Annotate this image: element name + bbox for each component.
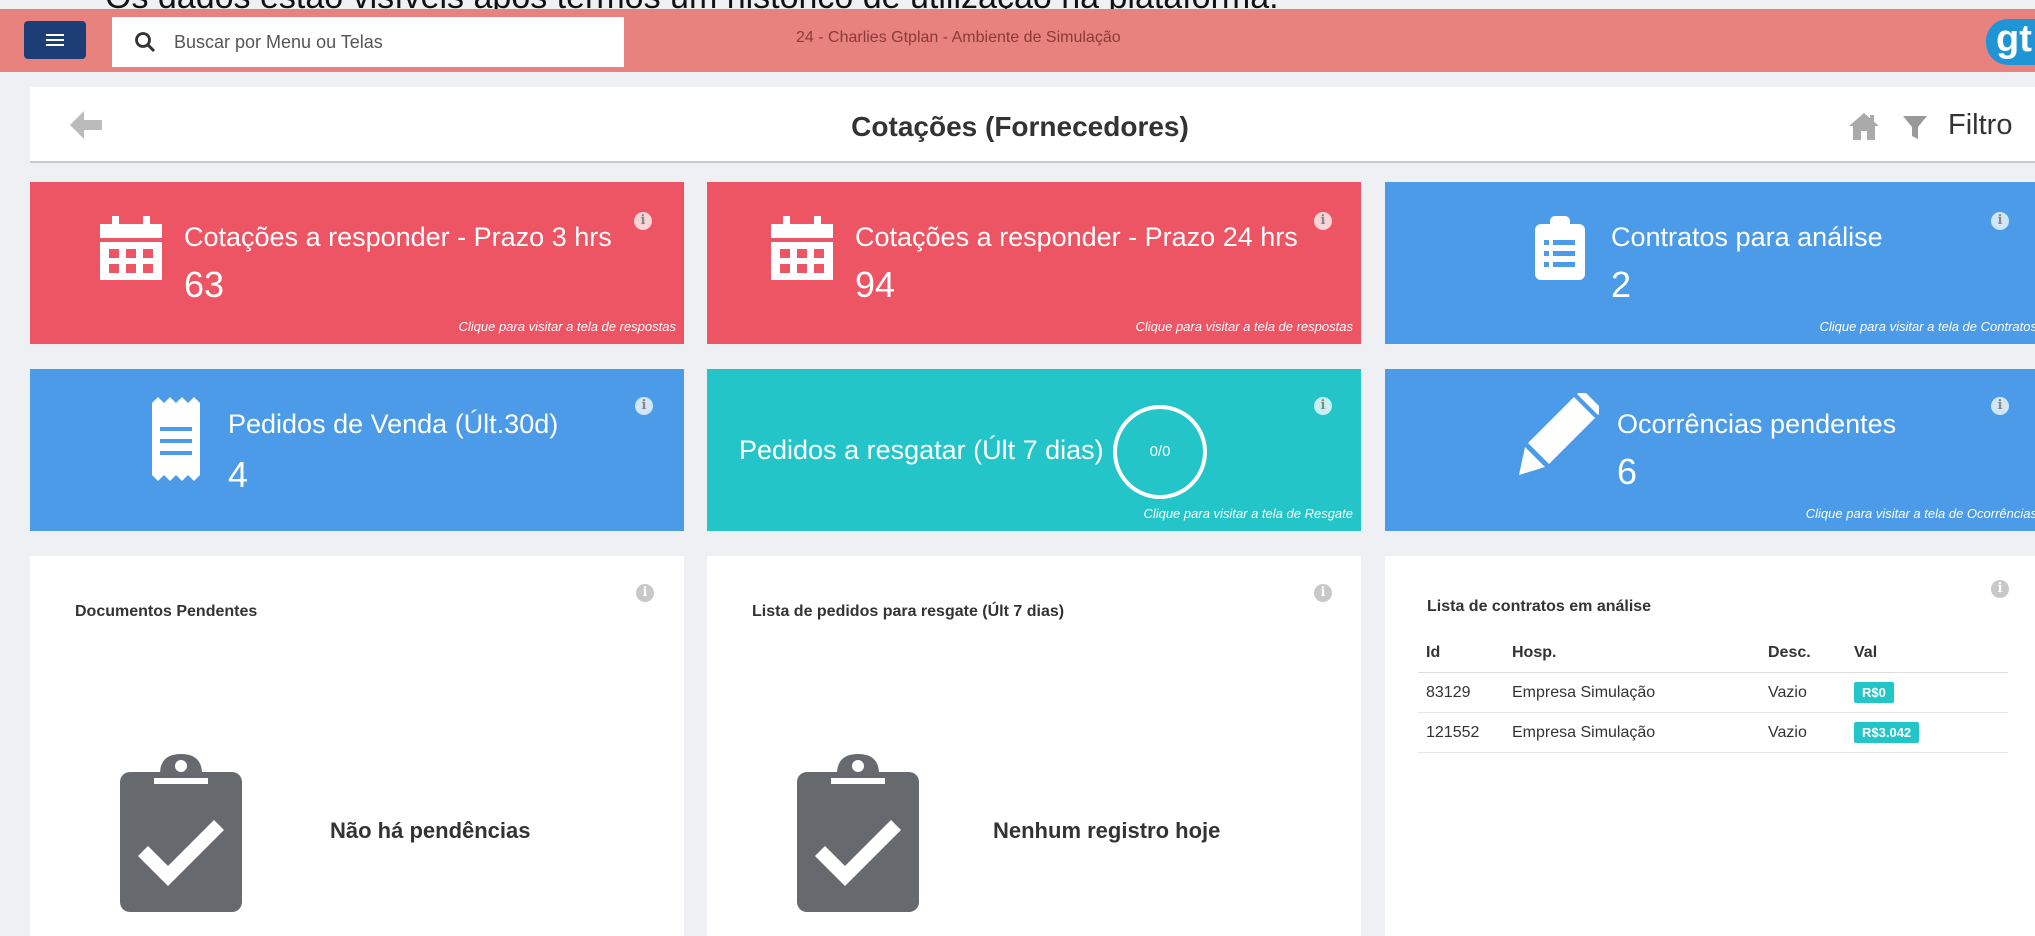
search-box [112,17,624,67]
rescue-ratio-circle: 0/0 [1113,405,1207,499]
panel-title: Lista de pedidos para resgate (Últ 7 dia… [752,603,1065,620]
table-header-row: Id Hosp. Desc. Val [1418,634,2008,673]
search-icon[interactable] [126,23,164,61]
card-count: 2 [1611,264,1632,305]
value-badge: R$3.042 [1854,722,1920,743]
table-row[interactable]: 83129 Empresa Simulação Vazio R$0 [1418,672,2008,713]
card-title: Pedidos a resgatar (Últ 7 dias) [739,435,1104,465]
cell-id: 83129 [1418,672,1504,713]
card-title: Cotações a responder - Prazo 3 hrs [184,222,612,252]
cell-desc: Vazio [1760,712,1846,753]
clipboard-check-icon [797,754,919,912]
menu-button[interactable] [24,21,86,59]
info-icon[interactable]: i [635,397,653,415]
column-header: Hosp. [1504,634,1760,673]
receipt-icon [152,397,200,481]
info-icon[interactable]: i [1314,397,1332,415]
column-header: Val [1846,634,2008,673]
calendar-icon [771,216,833,280]
card-title: Pedidos de Venda (Últ.30d) [228,409,559,439]
card-quotes-24h[interactable]: Cotações a responder - Prazo 24 hrs 94 C… [707,182,1361,344]
top-bar: 24 - Charlies Gtplan - Ambiente de Simul… [0,9,2035,72]
card-link[interactable]: Clique para visitar a tela de Resgate [1143,506,1353,521]
info-icon[interactable]: i [1991,397,2009,415]
card-link[interactable]: Clique para visitar a tela de respostas [458,319,676,334]
card-link[interactable]: Clique para visitar a tela de Ocorrência… [1806,506,2035,521]
pencil-icon [1519,393,1599,475]
card-rescue-orders[interactable]: Pedidos a resgatar (Últ 7 dias) 0/0 Cliq… [707,369,1361,531]
empty-message: Nenhum registro hoje [993,818,1221,843]
search-input[interactable] [172,30,576,54]
card-count: 63 [184,264,225,305]
table-row[interactable]: 121552 Empresa Simulação Vazio R$3.042 [1418,712,2008,753]
cell-id: 121552 [1418,712,1504,753]
environment-title: 24 - Charlies Gtplan - Ambiente de Simul… [796,29,1121,46]
info-icon[interactable]: i [1991,212,2009,230]
info-icon[interactable]: i [1314,584,1332,602]
card-count: 6 [1617,451,1638,492]
calendar-icon [100,216,162,280]
card-title: Contratos para análise [1611,222,1883,252]
card-quotes-3h[interactable]: Cotações a responder - Prazo 3 hrs 63 Cl… [30,182,684,344]
card-title: Ocorrências pendentes [1617,409,1897,439]
card-link[interactable]: Clique para visitar a tela de Contratos [1819,319,2035,334]
card-title: Cotações a responder - Prazo 24 hrs [855,222,1298,252]
empty-message: Não há pendências [330,818,531,843]
panel-contract-list: Lista de contratos em análise i Id Hosp.… [1385,556,2035,936]
info-icon[interactable]: i [636,584,654,602]
card-count: 4 [228,454,249,495]
column-header: Desc. [1760,634,1846,673]
cell-hosp: Empresa Simulação [1504,712,1760,753]
card-count: 94 [855,264,896,305]
info-icon[interactable]: i [1314,212,1332,230]
menu-icon [46,31,64,49]
cell-desc: Vazio [1760,672,1846,713]
panel-title: Documentos Pendentes [75,603,258,620]
card-contracts[interactable]: Contratos para análise 2 Clique para vis… [1385,182,2035,344]
panel-pending-documents: Documentos Pendentes i Não há pendências [30,556,684,936]
home-icon[interactable] [1848,111,1880,141]
page-header: Cotações (Fornecedores) Filtro [30,87,2035,163]
card-link[interactable]: Clique para visitar a tela de respostas [1135,319,1353,334]
column-header: Id [1418,634,1504,673]
panel-rescue-list: Lista de pedidos para resgate (Últ 7 dia… [707,556,1361,936]
info-icon[interactable]: i [634,212,652,230]
clipboard-check-icon [120,754,242,912]
value-badge: R$0 [1854,682,1894,703]
cell-hosp: Empresa Simulação [1504,672,1760,713]
contracts-table: Id Hosp. Desc. Val 83129 Empresa Simulaç… [1418,634,2008,753]
filter-button-label[interactable]: Filtro [1948,109,2012,142]
card-sales-orders[interactable]: Pedidos de Venda (Últ.30d) 4 i [30,369,684,531]
card-occurrences[interactable]: Ocorrências pendentes 6 Clique para visi… [1385,369,2035,531]
panel-title: Lista de contratos em análise [1427,598,1652,615]
logo[interactable]: gt [1986,19,2035,65]
clipboard-list-icon [1535,216,1585,280]
page-title: Cotações (Fornecedores) [851,111,1189,142]
filter-icon[interactable] [1902,114,1928,140]
info-icon[interactable]: i [1991,580,2009,598]
